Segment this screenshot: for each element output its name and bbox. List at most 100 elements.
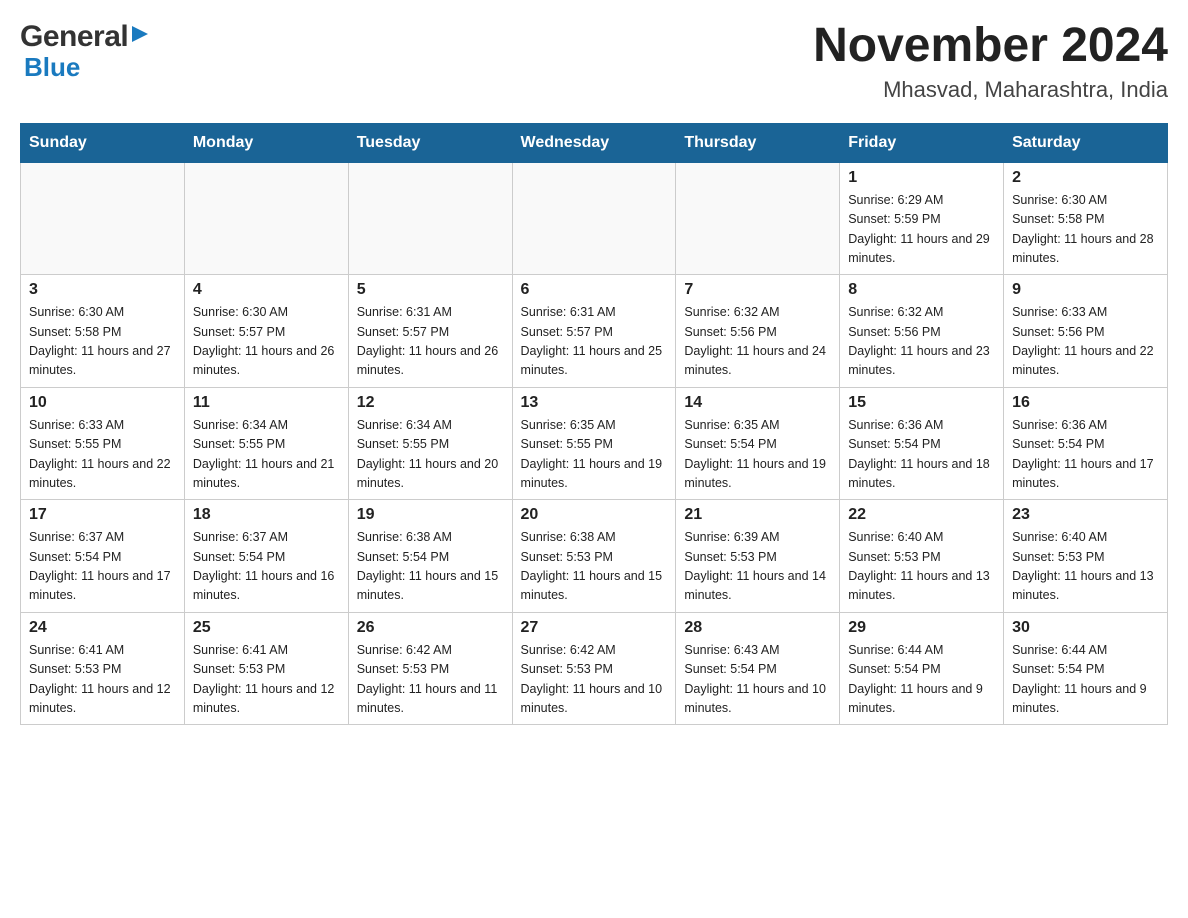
day-info: Sunrise: 6:40 AMSunset: 5:53 PMDaylight:… [1012,528,1159,606]
day-info: Sunrise: 6:42 AMSunset: 5:53 PMDaylight:… [357,641,504,719]
day-number: 11 [193,394,340,412]
title-block: November 2024 Mhasvad, Maharashtra, Indi… [813,20,1168,103]
calendar-cell: 13 Sunrise: 6:35 AMSunset: 5:55 PMDayligh… [512,387,676,500]
day-info: Sunrise: 6:37 AMSunset: 5:54 PMDaylight:… [193,528,340,606]
day-info: Sunrise: 6:29 AMSunset: 5:59 PMDaylight:… [848,191,995,269]
day-info: Sunrise: 6:38 AMSunset: 5:54 PMDaylight:… [357,528,504,606]
calendar-cell: 17 Sunrise: 6:37 AMSunset: 5:54 PMDayligh… [21,500,185,613]
day-info: Sunrise: 6:31 AMSunset: 5:57 PMDaylight:… [521,303,668,381]
calendar-cell: 27 Sunrise: 6:42 AMSunset: 5:53 PMDayligh… [512,612,676,725]
calendar-cell: 16Sunrise: 6:36 AMSunset: 5:54 PMDayligh… [1004,387,1168,500]
day-info: Sunrise: 6:44 AMSunset: 5:54 PMDaylight:… [848,641,995,719]
week-row-5: 24 Sunrise: 6:41 AMSunset: 5:53 PMDayligh… [21,612,1168,725]
calendar-cell: 7 Sunrise: 6:32 AMSunset: 5:56 PMDaylight… [676,275,840,388]
day-number: 13 [521,394,668,412]
day-info: Sunrise: 6:31 AMSunset: 5:57 PMDaylight:… [357,303,504,381]
day-number: 14 [684,394,831,412]
day-number: 30 [1012,619,1159,637]
day-info: Sunrise: 6:32 AMSunset: 5:56 PMDaylight:… [684,303,831,381]
day-info: Sunrise: 6:37 AMSunset: 5:54 PMDaylight:… [29,528,176,606]
day-number: 8 [848,281,995,299]
calendar-cell: 30 Sunrise: 6:44 AMSunset: 5:54 PMDayligh… [1004,612,1168,725]
day-header-monday: Monday [184,123,348,162]
calendar-cell: 9Sunrise: 6:33 AMSunset: 5:56 PMDaylight… [1004,275,1168,388]
calendar-cell [512,162,676,275]
day-number: 3 [29,281,176,299]
calendar-cell: 5 Sunrise: 6:31 AMSunset: 5:57 PMDaylight… [348,275,512,388]
calendar-cell: 15 Sunrise: 6:36 AMSunset: 5:54 PMDayligh… [840,387,1004,500]
day-info: Sunrise: 6:42 AMSunset: 5:53 PMDaylight:… [521,641,668,719]
calendar-cell: 18 Sunrise: 6:37 AMSunset: 5:54 PMDayligh… [184,500,348,613]
day-number: 7 [684,281,831,299]
day-number: 26 [357,619,504,637]
day-info: Sunrise: 6:35 AMSunset: 5:54 PMDaylight:… [684,416,831,494]
page-header: General Blue November 2024 Mhasvad, Maha… [20,20,1168,103]
day-number: 23 [1012,506,1159,524]
calendar-cell: 20 Sunrise: 6:38 AMSunset: 5:53 PMDayligh… [512,500,676,613]
calendar-cell: 4Sunrise: 6:30 AMSunset: 5:57 PMDaylight… [184,275,348,388]
calendar-cell: 2Sunrise: 6:30 AMSunset: 5:58 PMDaylight… [1004,162,1168,275]
day-info: Sunrise: 6:36 AMSunset: 5:54 PMDaylight:… [848,416,995,494]
day-info: Sunrise: 6:30 AMSunset: 5:58 PMDaylight:… [29,303,176,381]
day-info: Sunrise: 6:41 AMSunset: 5:53 PMDaylight:… [193,641,340,719]
week-row-2: 3 Sunrise: 6:30 AMSunset: 5:58 PMDaylight… [21,275,1168,388]
day-info: Sunrise: 6:39 AMSunset: 5:53 PMDaylight:… [684,528,831,606]
calendar-cell [21,162,185,275]
calendar-cell: 8Sunrise: 6:32 AMSunset: 5:56 PMDaylight… [840,275,1004,388]
day-header-thursday: Thursday [676,123,840,162]
calendar-cell: 22 Sunrise: 6:40 AMSunset: 5:53 PMDayligh… [840,500,1004,613]
calendar-cell [184,162,348,275]
calendar-cell: 26 Sunrise: 6:42 AMSunset: 5:53 PMDayligh… [348,612,512,725]
page-subtitle: Mhasvad, Maharashtra, India [813,77,1168,103]
day-number: 9 [1012,281,1159,299]
calendar-header: SundayMondayTuesdayWednesdayThursdayFrid… [21,123,1168,162]
day-number: 25 [193,619,340,637]
day-info: Sunrise: 6:38 AMSunset: 5:53 PMDaylight:… [521,528,668,606]
week-row-4: 17 Sunrise: 6:37 AMSunset: 5:54 PMDayligh… [21,500,1168,613]
logo-blue-text: Blue [24,52,80,83]
calendar-cell: 12 Sunrise: 6:34 AMSunset: 5:55 PMDayligh… [348,387,512,500]
day-number: 29 [848,619,995,637]
calendar-cell: 25 Sunrise: 6:41 AMSunset: 5:53 PMDayligh… [184,612,348,725]
logo: General Blue [20,20,150,83]
day-info: Sunrise: 6:44 AMSunset: 5:54 PMDaylight:… [1012,641,1159,719]
week-row-1: 1 Sunrise: 6:29 AMSunset: 5:59 PMDaylight… [21,162,1168,275]
calendar-body: 1 Sunrise: 6:29 AMSunset: 5:59 PMDaylight… [21,162,1168,725]
logo-arrow-icon [130,24,150,44]
calendar-cell: 28 Sunrise: 6:43 AMSunset: 5:54 PMDayligh… [676,612,840,725]
day-number: 28 [684,619,831,637]
calendar-cell: 3 Sunrise: 6:30 AMSunset: 5:58 PMDaylight… [21,275,185,388]
day-header-friday: Friday [840,123,1004,162]
day-number: 22 [848,506,995,524]
day-number: 1 [848,169,995,187]
calendar-cell: 23 Sunrise: 6:40 AMSunset: 5:53 PMDayligh… [1004,500,1168,613]
day-number: 17 [29,506,176,524]
page-title: November 2024 [813,20,1168,73]
day-number: 6 [521,281,668,299]
day-number: 21 [684,506,831,524]
calendar-cell [676,162,840,275]
day-info: Sunrise: 6:30 AMSunset: 5:58 PMDaylight:… [1012,191,1159,269]
day-number: 19 [357,506,504,524]
day-info: Sunrise: 6:40 AMSunset: 5:53 PMDaylight:… [848,528,995,606]
day-info: Sunrise: 6:41 AMSunset: 5:53 PMDaylight:… [29,641,176,719]
day-info: Sunrise: 6:34 AMSunset: 5:55 PMDaylight:… [357,416,504,494]
day-info: Sunrise: 6:43 AMSunset: 5:54 PMDaylight:… [684,641,831,719]
day-number: 5 [357,281,504,299]
day-number: 15 [848,394,995,412]
calendar-cell [348,162,512,275]
day-info: Sunrise: 6:35 AMSunset: 5:55 PMDaylight:… [521,416,668,494]
day-number: 12 [357,394,504,412]
calendar-cell: 29 Sunrise: 6:44 AMSunset: 5:54 PMDayligh… [840,612,1004,725]
day-number: 27 [521,619,668,637]
day-number: 18 [193,506,340,524]
day-header-tuesday: Tuesday [348,123,512,162]
day-info: Sunrise: 6:36 AMSunset: 5:54 PMDaylight:… [1012,416,1159,494]
day-number: 24 [29,619,176,637]
calendar-cell: 6 Sunrise: 6:31 AMSunset: 5:57 PMDaylight… [512,275,676,388]
day-info: Sunrise: 6:34 AMSunset: 5:55 PMDaylight:… [193,416,340,494]
calendar-cell: 19 Sunrise: 6:38 AMSunset: 5:54 PMDayligh… [348,500,512,613]
day-header-saturday: Saturday [1004,123,1168,162]
day-number: 20 [521,506,668,524]
calendar-cell: 21 Sunrise: 6:39 AMSunset: 5:53 PMDayligh… [676,500,840,613]
